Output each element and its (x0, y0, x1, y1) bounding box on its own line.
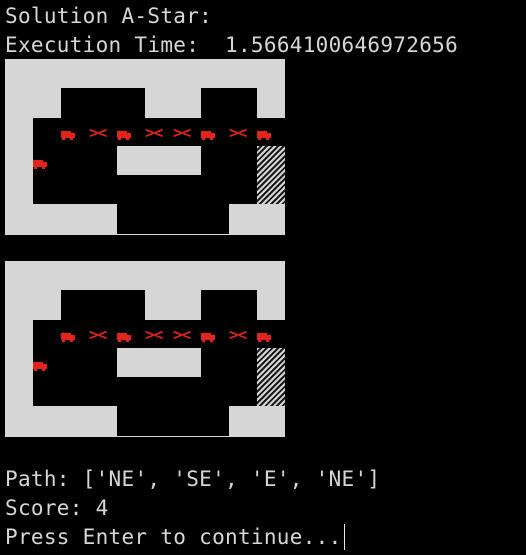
direction-arrows: >< (145, 325, 163, 344)
text-cursor (343, 524, 345, 550)
maze-board-initial: >< >< >< >< (5, 59, 285, 235)
goal-cell (257, 348, 285, 406)
direction-arrows: >< (173, 123, 191, 142)
score-value: 4 (95, 496, 109, 520)
truck-icon (117, 333, 131, 342)
truck-icon (257, 333, 271, 342)
direction-arrows: >< (229, 325, 247, 344)
truck-icon (33, 362, 47, 371)
score-line: Score: 4 (5, 494, 109, 523)
direction-arrows: >< (145, 123, 163, 142)
truck-icon (201, 131, 215, 140)
execution-time-label: Execution Time: (5, 33, 200, 57)
truck-icon (33, 160, 47, 169)
execution-time-value: 1.5664100646972656 (225, 33, 459, 57)
direction-arrows: >< (89, 325, 107, 344)
execution-time-line: Execution Time: 1.5664100646972656 (5, 31, 458, 60)
path-value: ['NE', 'SE', 'E', 'NE'] (82, 467, 381, 491)
direction-arrows: >< (173, 325, 191, 344)
direction-arrows: >< (229, 123, 247, 142)
path-line: Path: ['NE', 'SE', 'E', 'NE'] (5, 465, 380, 494)
score-label: Score: (5, 496, 83, 520)
truck-icon (61, 333, 75, 342)
solution-title: Solution A-Star: (5, 4, 213, 28)
direction-arrows: >< (89, 123, 107, 142)
truck-icon (61, 131, 75, 140)
path-label: Path: (5, 467, 70, 491)
continue-prompt[interactable]: Press Enter to continue... (5, 523, 345, 552)
truck-icon (117, 131, 131, 140)
truck-icon (257, 131, 271, 140)
continue-prompt-text: Press Enter to continue... (5, 525, 342, 549)
maze-board-final: >< >< >< >< (5, 261, 285, 437)
truck-icon (201, 333, 215, 342)
goal-cell (257, 146, 285, 204)
